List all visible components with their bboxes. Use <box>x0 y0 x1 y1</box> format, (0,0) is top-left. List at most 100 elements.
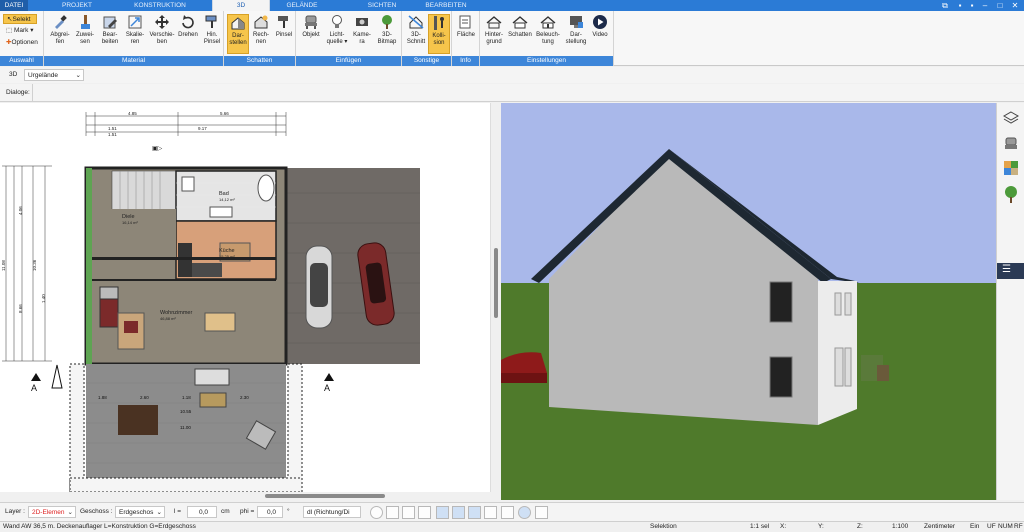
drehen-button[interactable]: Drehen <box>177 14 199 54</box>
phi-input[interactable]: 0,0 <box>257 506 283 518</box>
floor-plan-view[interactable]: 4.85 5.66 1.51 9.17 1.51 11.08 10.36 8.6… <box>0 103 490 492</box>
section-mark-right: A <box>324 383 330 393</box>
layers-icon[interactable] <box>1002 110 1020 126</box>
group-auswahl: ↖Selekt ⬚ Mark ▾ ✚Optionen Auswahl <box>0 11 44 66</box>
image-icon[interactable] <box>484 506 497 519</box>
label: 3D- <box>411 32 421 38</box>
group-title-sonstige: Sonstige <box>402 56 451 66</box>
bulb-icon <box>329 14 345 30</box>
chair-icon <box>303 14 319 30</box>
measure-icon[interactable] <box>452 506 465 519</box>
objekt-button[interactable]: Objekt <box>300 14 322 54</box>
hin-pinsel-button[interactable]: Hin. Pinsel <box>201 14 223 54</box>
tab-projekt[interactable]: PROJEKT <box>52 0 102 11</box>
darstellung-button[interactable]: Dar-stellung <box>564 14 588 54</box>
hedge-right <box>287 363 303 492</box>
tab-konstruktion[interactable]: KONSTRUKTION <box>128 0 192 11</box>
section-icon <box>408 14 424 30</box>
section-arrow-left-icon <box>31 373 41 381</box>
rechnen-button[interactable]: Rech-nen <box>250 14 272 54</box>
materials-icon[interactable] <box>1003 160 1019 176</box>
tile-icon[interactable]: ▪ <box>955 1 965 10</box>
terrace-table <box>118 405 158 435</box>
close-icon[interactable]: ✕ <box>1010 1 1020 10</box>
geschoss-select[interactable]: Erdgeschos ⌄ <box>115 506 165 518</box>
tab-datei[interactable]: DATEI <box>0 0 28 11</box>
group-title-einfuegen: Einfügen <box>296 56 401 66</box>
darstellen-button[interactable]: Dar-stellen <box>227 14 249 54</box>
camera-view-icon[interactable] <box>402 506 415 519</box>
layer-label: Layer : <box>5 508 25 515</box>
layer-stack-icon[interactable] <box>468 506 481 519</box>
mark-button[interactable]: ⬚ Mark ▾ <box>3 26 43 36</box>
maximize-icon[interactable]: □ <box>995 1 1005 10</box>
screen-icon[interactable] <box>386 506 399 519</box>
label: sen <box>80 39 90 45</box>
label: stellen <box>229 40 247 46</box>
bitmap-button[interactable]: 3D- Bitmap <box>376 14 398 54</box>
abgreifen-button[interactable]: Abgrei-fen <box>49 14 71 54</box>
terrain-select[interactable]: Urgelände ⌄ <box>24 69 84 81</box>
schnitt-button[interactable]: 3D- Schnitt <box>405 14 427 54</box>
scroll-thumb[interactable] <box>265 494 385 498</box>
lichtquelle-button[interactable]: Licht-quelle ▾ <box>326 14 348 54</box>
bearbeiten-button[interactable]: Bear-beiten <box>99 14 121 54</box>
verschieben-button[interactable]: Verschie-ben <box>149 14 175 54</box>
status-info: Wand AW 36,5 m. Deckenauflager L=Konstru… <box>3 523 196 530</box>
tab-gelaende[interactable]: GELÄNDE <box>280 0 324 11</box>
hintergrund-button[interactable]: Hinter-grund <box>483 14 505 54</box>
chevron-down-icon: ⌄ <box>75 72 81 79</box>
group-title-einstellungen: Einstellungen <box>480 56 613 66</box>
house-light-icon <box>540 14 556 30</box>
scroll-thumb[interactable] <box>494 248 498 318</box>
schatten-pinsel-button[interactable]: Pinsel <box>273 14 295 54</box>
tab-bearbeiten[interactable]: BEARBEITEN <box>418 0 474 11</box>
label: Video <box>592 32 608 38</box>
play-icon <box>592 14 608 30</box>
panel-menu-button[interactable]: ☰ <box>997 263 1024 279</box>
layer-select[interactable]: 2D-Elemen ⌄ <box>28 506 76 518</box>
dialog-bar: Dialoge: <box>0 84 1024 102</box>
optionen-button[interactable]: ✚Optionen <box>3 38 43 48</box>
schatten-settings-button[interactable]: Schatten <box>508 14 532 54</box>
tab-3d[interactable]: 3D <box>212 0 270 11</box>
dim-top-5: 1.51 <box>108 132 117 137</box>
bottom-toolbar: Layer : 2D-Elemen ⌄ Geschoss : Erdgeschos… <box>0 502 1024 521</box>
video-button[interactable]: Video <box>589 14 611 54</box>
north-icon[interactable] <box>518 506 531 519</box>
list-icon[interactable] <box>535 506 548 519</box>
clock-icon[interactable] <box>370 506 383 519</box>
3d-view[interactable] <box>501 103 996 500</box>
right-sidebar: ☰ <box>996 103 1024 500</box>
furniture-icon[interactable] <box>1003 136 1019 152</box>
selekt-button[interactable]: ↖Selekt <box>3 14 37 24</box>
length-input[interactable]: 0,0 <box>187 506 217 518</box>
label: nen <box>255 39 266 45</box>
label: Abgrei- <box>50 32 70 38</box>
status-num: NUM <box>998 523 1013 530</box>
kollision-button[interactable]: Kolli-sion <box>428 14 450 54</box>
draw-icon[interactable] <box>436 506 449 519</box>
minimize-icon[interactable]: – <box>980 1 990 10</box>
plan-vertical-scrollbar[interactable] <box>490 103 500 492</box>
walk-icon[interactable] <box>418 506 431 519</box>
beleuchtung-button[interactable]: Beleuch-tung <box>535 14 561 54</box>
flaeche-button[interactable]: Fläche <box>455 14 477 54</box>
plan-horizontal-scrollbar[interactable] <box>0 492 500 500</box>
group-title-schatten: Schatten <box>224 56 295 66</box>
tab-sichten[interactable]: SICHTEN <box>360 0 404 11</box>
skalieren-button[interactable]: Skalie-ren <box>124 14 146 54</box>
label: Dar- <box>232 33 244 39</box>
dim-top-2: 5.66 <box>220 111 229 116</box>
status-count: 1:1 sel <box>750 523 770 530</box>
zuweisen-button[interactable]: Zuwei-sen <box>74 14 96 54</box>
grid-icon[interactable] <box>501 506 514 519</box>
restore-icon[interactable]: ⧉ <box>940 1 950 10</box>
direction-select[interactable]: dl (Richtung/Di <box>303 506 361 518</box>
group-title-material: Material <box>44 56 223 66</box>
dim-left-2: 10.36 <box>32 259 37 271</box>
tile2-icon[interactable]: ▪ <box>967 1 977 10</box>
kamera-button[interactable]: Kame-ra <box>351 14 373 54</box>
terrace-dim-4: 2.30 <box>240 395 249 400</box>
plants-icon[interactable] <box>1003 185 1019 203</box>
